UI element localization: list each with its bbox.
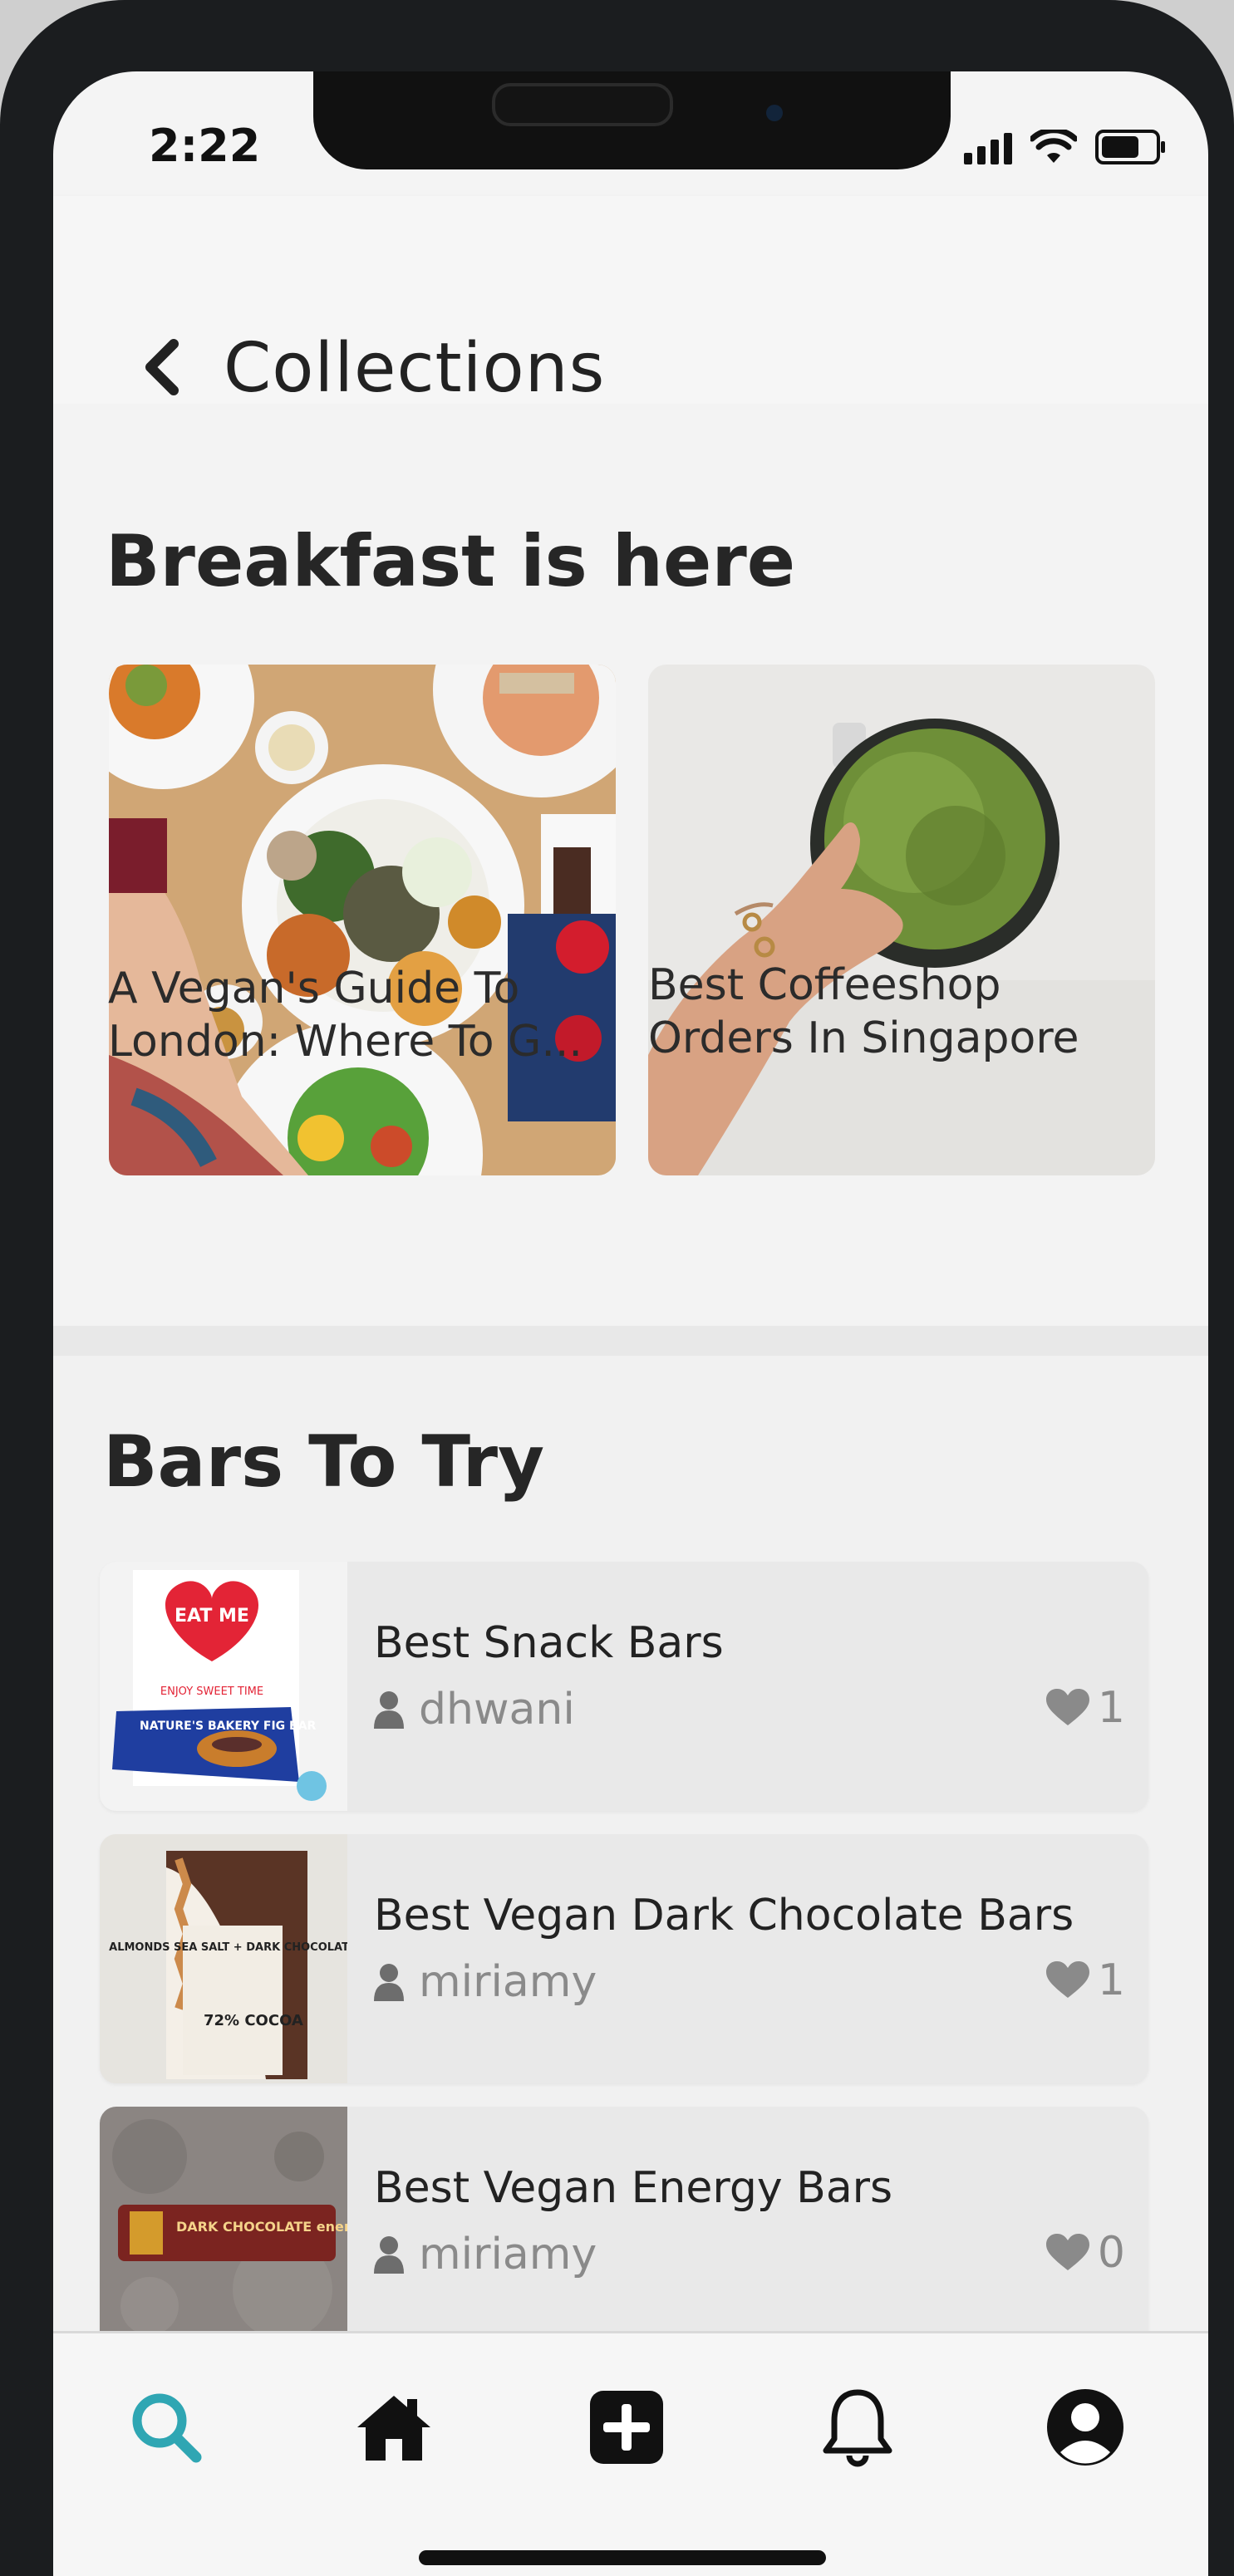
caption-line: Orders In Singapore bbox=[648, 1013, 1079, 1063]
pack-tagline: ENJOY SWEET TIME bbox=[160, 1685, 263, 1698]
like-count: 1 bbox=[1097, 1955, 1125, 2005]
like-count: 1 bbox=[1097, 1683, 1125, 1733]
section-title-bars: Bars To Try bbox=[103, 1420, 545, 1504]
thumbnail-dark-chocolate-bars: ALMONDS SEA SALT + DARK CHOCOLATE 72% CO… bbox=[100, 1834, 347, 2083]
like-button[interactable]: 1 bbox=[1045, 1955, 1125, 2005]
author-name: dhwani bbox=[419, 1685, 575, 1735]
user-icon bbox=[374, 2236, 404, 2274]
collection-card-image-coffeeshop[interactable] bbox=[648, 665, 1155, 1175]
bars-section: Bars To Try EAT ME ENJOY SWEET TIME NATU… bbox=[53, 1356, 1208, 2411]
list-item-title: Best Vegan Energy Bars bbox=[374, 2163, 893, 2213]
choc-label: ALMONDS SEA SALT + DARK CHOCOLATE bbox=[109, 1941, 347, 1954]
collection-card-image-vegan-london[interactable] bbox=[109, 665, 616, 1175]
list-item-title: Best Snack Bars bbox=[374, 1618, 724, 1668]
like-button[interactable]: 0 bbox=[1045, 2228, 1125, 2278]
section-divider bbox=[53, 1326, 1208, 1356]
list-item-title: Best Vegan Dark Chocolate Bars bbox=[374, 1891, 1074, 1941]
author-name: miriamy bbox=[419, 1957, 597, 2007]
section-title-breakfast: Breakfast is here bbox=[106, 520, 796, 603]
back-chevron-icon[interactable] bbox=[140, 339, 180, 395]
caption-line: London: Where To G... bbox=[108, 1017, 583, 1067]
list-item-energy-bars[interactable]: DARK CHOCOLATE energy bar Best Vegan Ene… bbox=[100, 2107, 1148, 2356]
choc-percent: 72% COCOA bbox=[204, 2012, 303, 2029]
collection-card-caption-vegan-london[interactable]: A Vegan's Guide To London: Where To G... bbox=[108, 962, 623, 1068]
author-name: miriamy bbox=[419, 2230, 597, 2279]
battery-icon bbox=[1095, 130, 1165, 164]
collection-card-caption-coffeeshop[interactable]: Best Coffeeshop Orders In Singapore bbox=[648, 959, 1163, 1065]
earpiece-speaker bbox=[492, 83, 673, 126]
heart-icon bbox=[1045, 2234, 1089, 2270]
bell-icon[interactable] bbox=[816, 2386, 899, 2469]
home-indicator[interactable] bbox=[419, 2550, 826, 2565]
author-row: miriamy bbox=[374, 2230, 597, 2279]
list-item-dark-chocolate-bars[interactable]: ALMONDS SEA SALT + DARK CHOCOLATE 72% CO… bbox=[100, 1834, 1148, 2083]
page-title: Collections bbox=[224, 329, 606, 408]
app-screen: 2:22 Collections Breakfast is here A Veg… bbox=[53, 71, 1208, 2576]
user-icon bbox=[374, 1691, 404, 1729]
energy-bar-label: DARK CHOCOLATE energy bar bbox=[176, 2219, 347, 2235]
caption-line: Best Coffeeshop bbox=[648, 960, 1001, 1010]
list-item-snack-bars[interactable]: EAT ME ENJOY SWEET TIME NATURE'S BAKERY … bbox=[100, 1562, 1148, 1811]
user-icon bbox=[374, 1964, 404, 2001]
like-count: 0 bbox=[1097, 2228, 1125, 2278]
wifi-icon bbox=[1030, 130, 1077, 163]
caption-line: A Vegan's Guide To bbox=[108, 964, 520, 1013]
cell-signal-icon bbox=[964, 133, 1012, 164]
author-row: dhwani bbox=[374, 1685, 575, 1735]
like-button[interactable]: 1 bbox=[1045, 1683, 1125, 1733]
heart-label: EAT ME bbox=[175, 1606, 249, 1627]
search-icon[interactable] bbox=[125, 2386, 208, 2469]
heart-icon bbox=[1045, 1961, 1089, 1998]
thumbnail-snack-bars: EAT ME ENJOY SWEET TIME NATURE'S BAKERY … bbox=[100, 1562, 347, 1811]
breakfast-section: Breakfast is here A Vegan's Guide To Lon… bbox=[53, 404, 1208, 1326]
status-icons bbox=[964, 130, 1165, 164]
profile-icon[interactable] bbox=[1044, 2386, 1127, 2469]
status-time: 2:22 bbox=[149, 120, 261, 172]
author-row: miriamy bbox=[374, 1957, 597, 2007]
home-icon[interactable] bbox=[352, 2386, 435, 2469]
collections-header: Collections bbox=[53, 196, 1208, 408]
heart-icon bbox=[1045, 1689, 1089, 1725]
thumbnail-energy-bars: DARK CHOCOLATE energy bar bbox=[100, 2107, 347, 2356]
food-photo bbox=[109, 665, 616, 1175]
front-camera bbox=[766, 105, 783, 121]
add-icon[interactable] bbox=[585, 2386, 668, 2469]
matcha-photo bbox=[648, 665, 1155, 1175]
